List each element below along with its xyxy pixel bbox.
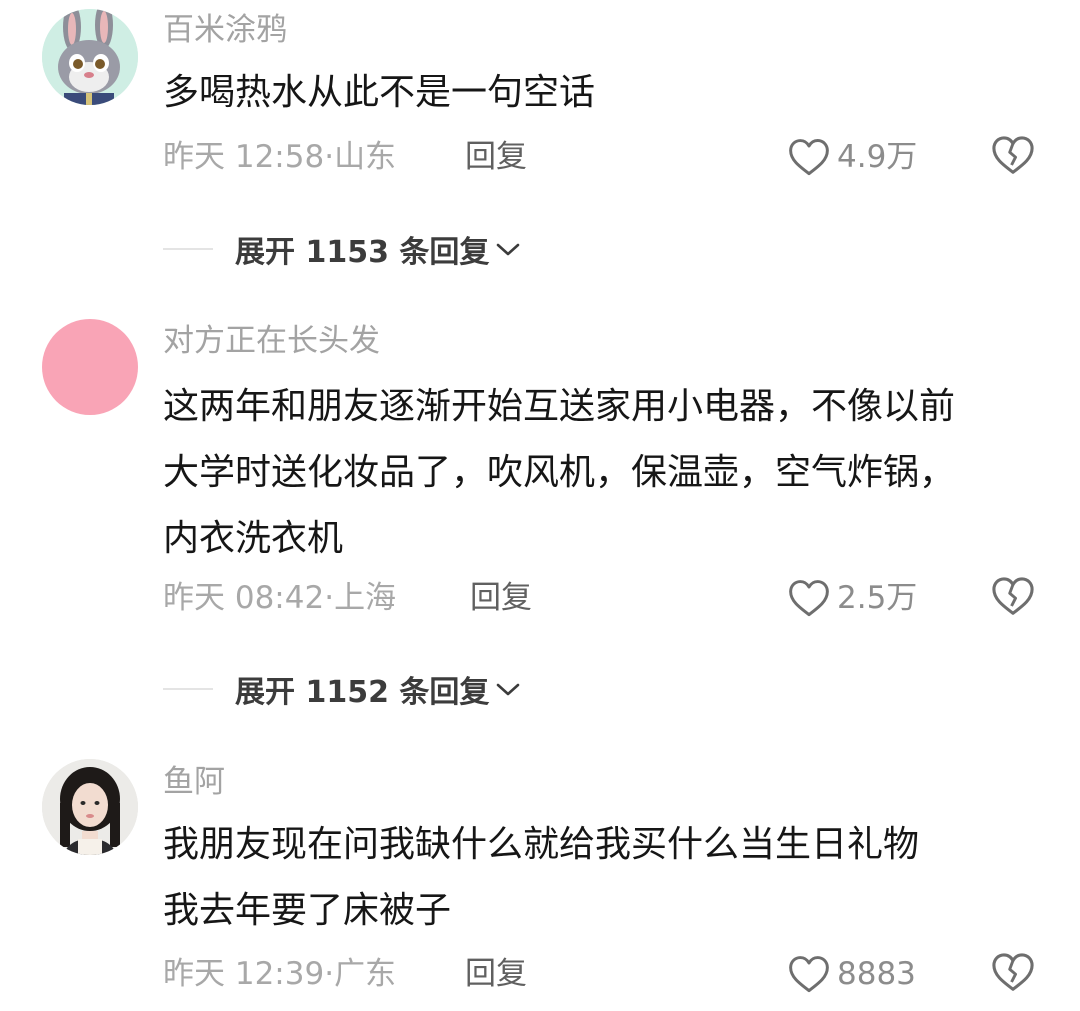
comment-meta: 昨天 12:58·山东 [163,137,396,177]
avatar[interactable] [42,759,138,855]
comment-text-line: 多喝热水从此不是一句空话 [163,72,596,113]
meta-separator: · [324,139,335,175]
reply-button[interactable]: 回复 [470,578,532,618]
comment-meta: 昨天 08:42·上海 [163,578,396,618]
comment-location: 广东 [334,956,397,992]
like-count: 8883 [837,956,916,992]
dislike-button[interactable] [991,576,1035,620]
like-button[interactable]: 2.5万 [788,576,917,620]
girl-avatar-image [42,759,138,855]
like-button[interactable]: 8883 [788,952,916,996]
dislike-button[interactable] [991,135,1035,179]
expand-replies-label: 展开 1152 条回复 [235,675,490,710]
broken-heart-icon [992,136,1034,174]
avatar[interactable] [42,319,138,415]
heart-outline-icon [789,580,829,617]
comment-location: 上海 [334,580,397,616]
comment-text-line: 这两年和朋友逐渐开始互送家用小电器，不像以前 [163,386,956,427]
comment-time: 昨天 12:39 [163,956,325,992]
comment-text-line: 我去年要了床被子 [163,890,452,931]
broken-heart-icon [992,953,1034,991]
expand-replies-button[interactable]: 展开 1153 条回复 [163,229,523,270]
bunny-avatar-image [42,9,138,105]
reply-button[interactable]: 回复 [465,137,527,177]
heart-outline-icon [789,956,829,993]
heart-outline-icon [789,139,829,176]
chevron-down-icon [497,683,520,696]
comment-time: 昨天 08:42 [163,580,325,616]
meta-separator: · [324,580,335,616]
like-button[interactable]: 4.9万 [788,135,917,179]
meta-separator: · [324,956,335,992]
comment-text-line: 内衣洗衣机 [163,518,344,559]
comment-time: 昨天 12:58 [163,139,325,175]
avatar[interactable] [42,9,138,105]
broken-heart-icon [992,577,1034,615]
comment-text-line: 我朋友现在问我缺什么就给我买什么当生日礼物 [163,824,920,865]
comment-meta: 昨天 12:39·广东 [163,954,396,994]
expand-replies-button[interactable]: 展开 1152 条回复 [163,669,523,710]
expand-replies-label: 展开 1153 条回复 [235,235,490,270]
comment-text: 我朋友现在问我缺什么就给我买什么当生日礼物 我去年要了床被子 [163,812,1043,944]
comment-username[interactable]: 对方正在长头发 [163,321,380,361]
comment-text: 这两年和朋友逐渐开始互送家用小电器，不像以前 大学时送化妆品了，吹风机，保温壶，… [163,374,1043,572]
comment-username[interactable]: 鱼阿 [163,762,225,802]
divider-line [163,248,213,250]
divider-line [163,688,213,690]
like-count: 2.5万 [837,580,918,616]
comment-location: 山东 [334,139,397,175]
comment-text-line: 大学时送化妆品了，吹风机，保温壶，空气炸锅， [163,452,956,493]
chevron-down-icon [497,243,520,256]
comment-text: 多喝热水从此不是一句空话 [163,60,1043,126]
like-count: 4.9万 [837,139,918,175]
dislike-button[interactable] [991,952,1035,996]
comment-username[interactable]: 百米涂鸦 [163,10,287,50]
reply-button[interactable]: 回复 [465,954,527,994]
